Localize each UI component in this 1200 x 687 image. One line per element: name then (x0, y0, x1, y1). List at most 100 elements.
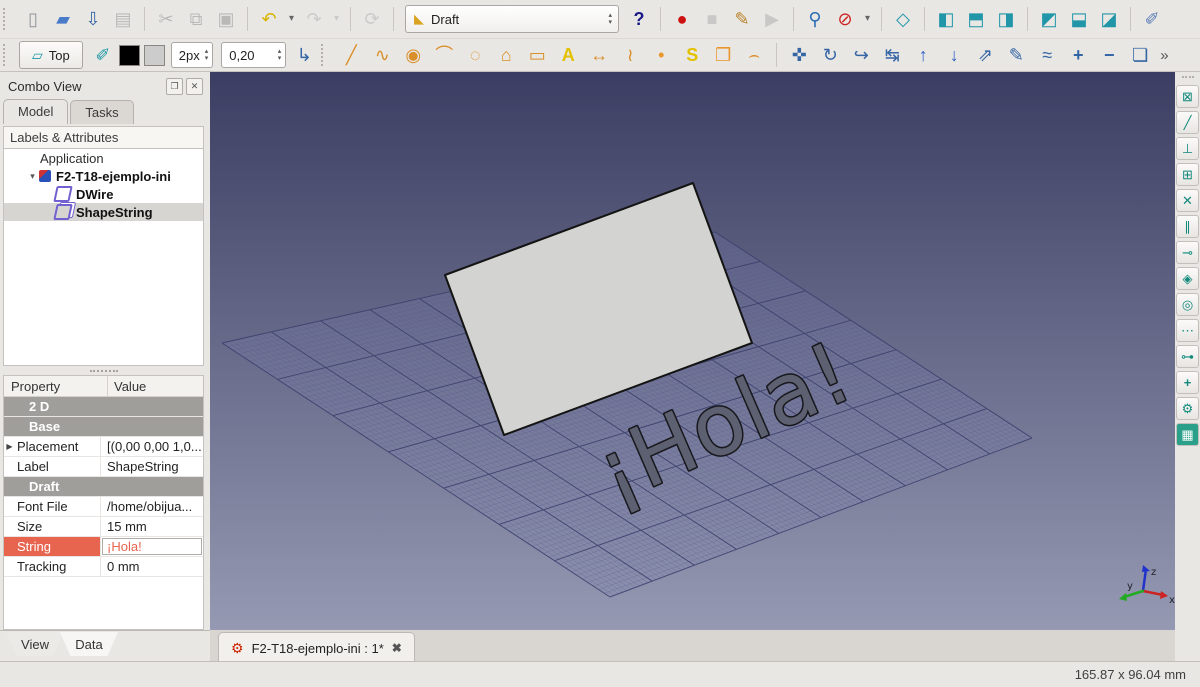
draft-construction-mode-toggle[interactable]: ✐ (89, 41, 117, 69)
draft-scale-button[interactable]: ⇗ (971, 41, 999, 69)
draft-edit-button[interactable]: ✎ (1002, 41, 1030, 69)
draft-bspline-button[interactable]: ≀ (616, 41, 644, 69)
line-color-swatch[interactable] (118, 44, 140, 66)
value-column-header[interactable]: Value (108, 376, 203, 396)
snap-intersection-button[interactable]: ✕ (1176, 189, 1199, 212)
panel-close-button[interactable]: ✕ (186, 77, 203, 95)
draft-rectangle-button[interactable]: ▭ (523, 41, 551, 69)
snap-near-button[interactable]: ⊶ (1176, 345, 1199, 368)
new-document-button[interactable]: ▯ (19, 5, 47, 33)
panel-splitter[interactable] (0, 366, 207, 375)
open-document-button[interactable]: ▰ (49, 5, 77, 33)
snap-ortho-button[interactable]: + (1176, 371, 1199, 394)
toggle-grid-button[interactable]: ▦ (1176, 423, 1199, 446)
draft-text-button[interactable]: A (554, 41, 582, 69)
draw-style-button[interactable]: ⊘ (831, 5, 859, 33)
tree-item[interactable]: ShapeString (4, 203, 203, 221)
undo-dropdown[interactable]: ▾ (285, 5, 298, 33)
draft-dimension-button[interactable]: ↔ (585, 41, 613, 69)
macro-record-button[interactable]: ● (668, 5, 696, 33)
front-view-button[interactable]: ◧ (932, 5, 960, 33)
draft-offset-button[interactable]: ↪ (847, 41, 875, 69)
redo-dropdown[interactable]: ▾ (330, 5, 343, 33)
draft-facebinder-button[interactable]: ❒ (709, 41, 737, 69)
draft-shapestring-button[interactable]: S (678, 41, 706, 69)
expander-icon[interactable]: ▶ (4, 442, 15, 451)
snap-lock-button[interactable]: ⊠ (1176, 85, 1199, 108)
bottom-view-button[interactable]: ⬓ (1065, 5, 1093, 33)
panel-float-button[interactable]: ❐ (166, 77, 183, 95)
rear-view-button[interactable]: ◩ (1035, 5, 1063, 33)
tree-item[interactable]: DWire (4, 185, 203, 203)
property-row[interactable]: Size 15 mm (4, 517, 203, 537)
redo-button[interactable]: ↷ (300, 5, 328, 33)
draft-rotate-button[interactable]: ↻ (816, 41, 844, 69)
property-row[interactable]: String ¡Hola! (4, 537, 203, 557)
toolbar-grip[interactable] (3, 44, 13, 66)
draft-shape2dview-button[interactable]: ❏ (1126, 41, 1154, 69)
draft-arc-button[interactable]: ⌒ (430, 41, 458, 69)
document-tab[interactable]: ⚙ F2-T18-ejemplo-ini : 1* ✖ (218, 632, 415, 663)
snap-special-button[interactable]: ◈ (1176, 267, 1199, 290)
whats-this-button[interactable]: ? (625, 5, 653, 33)
expander-icon[interactable]: ▾ (26, 171, 39, 182)
draft-autogroup-button[interactable]: ↳ (290, 41, 318, 69)
left-view-button[interactable]: ◪ (1095, 5, 1123, 33)
face-color-swatch[interactable] (143, 44, 165, 66)
snap-endpoint-button[interactable]: ╱ (1176, 111, 1199, 134)
right-view-button[interactable]: ◨ (992, 5, 1020, 33)
macro-edit-button[interactable]: ✎ (728, 5, 756, 33)
draft-wire-button[interactable]: ∿ (368, 41, 396, 69)
property-row[interactable]: Font File /home/obijua... (4, 497, 203, 517)
property-row[interactable]: 2 D (4, 397, 203, 417)
draft-bezier-button[interactable]: ⌢ (740, 41, 768, 69)
draft-line-button[interactable]: ╱ (337, 41, 365, 69)
draft-polygon-button[interactable]: ⌂ (492, 41, 520, 69)
property-row[interactable]: Label ShapeString (4, 457, 203, 477)
axonometric-view-button[interactable]: ◇ (889, 5, 917, 33)
property-row[interactable]: Base (4, 417, 203, 437)
draft-del-point-button[interactable]: − (1095, 41, 1123, 69)
property-column-header[interactable]: Property (4, 376, 108, 396)
draft-downgrade-button[interactable]: ↓ (940, 41, 968, 69)
save-button[interactable]: ⇩ (79, 5, 107, 33)
snap-grid-button[interactable]: ⊞ (1176, 163, 1199, 186)
snap-dimensions-button[interactable]: ⋯ (1176, 319, 1199, 342)
draft-trimex-button[interactable]: ↹ (878, 41, 906, 69)
toolbar-grip[interactable] (1181, 76, 1194, 78)
property-row[interactable]: ▶ Placement [(0,00 0,00 1,0... (4, 437, 203, 457)
draft-circle-button[interactable]: ◉ (399, 41, 427, 69)
snap-parallel-button[interactable]: ∥ (1176, 215, 1199, 238)
measure-distance-button[interactable]: ✐ (1138, 5, 1166, 33)
snap-working-plane-button[interactable]: ⚙ (1176, 397, 1199, 420)
print-button[interactable]: ▤ (109, 5, 137, 33)
property-row[interactable]: Draft (4, 477, 203, 497)
toolbar-grip[interactable] (3, 8, 13, 30)
tree-item[interactable]: ▾ F2-T18-ejemplo-ini (4, 167, 203, 185)
snap-center-button[interactable]: ◎ (1176, 293, 1199, 316)
undo-button[interactable]: ↶ (255, 5, 283, 33)
tree-item[interactable]: Application (4, 149, 203, 167)
scale-spinbox[interactable]: 0,20 ▴ ▾ (221, 42, 287, 68)
draft-ellipse-button[interactable]: ◌ (461, 41, 489, 69)
snap-extension-button[interactable]: ⊸ (1176, 241, 1199, 264)
draw-style-dropdown[interactable]: ▾ (861, 5, 874, 33)
draft-add-point-button[interactable]: + (1064, 41, 1092, 69)
cut-button[interactable]: ✂ (152, 5, 180, 33)
draft-point-button[interactable]: • (647, 41, 675, 69)
line-width-spinbox[interactable]: 2px ▴ ▾ (170, 42, 214, 68)
tab-close-icon[interactable]: ✖ (392, 641, 402, 655)
3d-viewport[interactable]: ¡Hola! z x y (210, 72, 1175, 630)
copy-button[interactable]: ⧉ (182, 5, 210, 33)
workbench-spin-arrows[interactable]: ▴ ▾ (608, 12, 612, 26)
draft-upgrade-button[interactable]: ↑ (909, 41, 937, 69)
toolbar-overflow-button[interactable]: » (1160, 47, 1168, 64)
draft-working-plane-button[interactable]: ▱ Top (19, 41, 83, 69)
refresh-button[interactable]: ⟳ (358, 5, 386, 33)
top-view-button[interactable]: ⬒ (962, 5, 990, 33)
workbench-selector[interactable]: ◣ Draft ▴ ▾ (405, 5, 619, 33)
draft-wire-to-bspline-button[interactable]: ≈ (1033, 41, 1061, 69)
property-row[interactable]: Tracking 0 mm (4, 557, 203, 577)
draft-move-button[interactable]: ✜ (785, 41, 813, 69)
paste-button[interactable]: ▣ (212, 5, 240, 33)
